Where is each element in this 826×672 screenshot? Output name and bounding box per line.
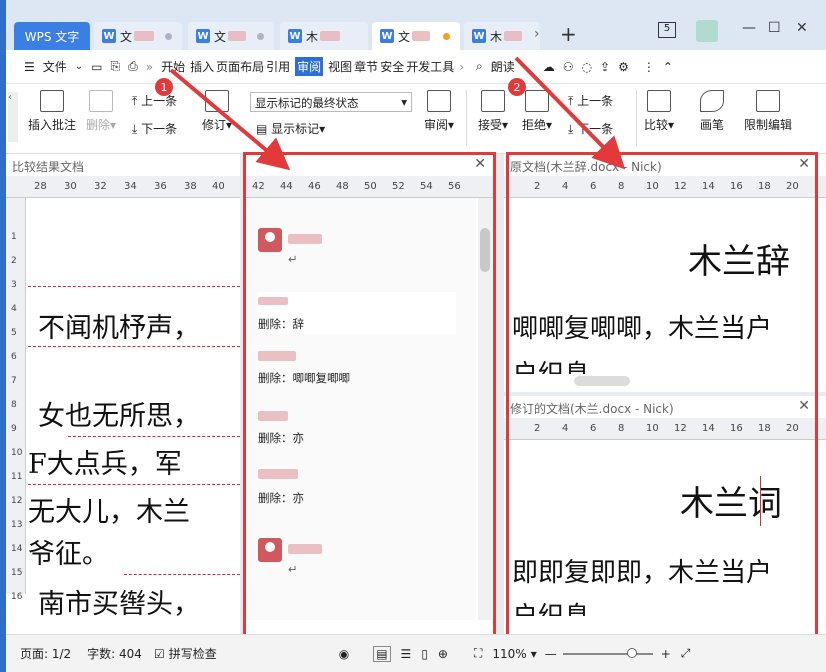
zoom-level[interactable]: 110% [492,647,526,661]
zoom-out-icon[interactable]: — [545,647,557,661]
arrow-2 [514,56,626,170]
reading-view-icon[interactable]: ▯ [421,647,428,661]
fit-page-icon[interactable]: ⛶ [474,646,482,661]
spell-check-icon: ☑ [153,646,165,661]
zoom-dropdown-icon[interactable]: ▾ [531,647,537,661]
zoom-slider-thumb[interactable] [626,647,637,658]
web-view-icon[interactable]: ⊕ [438,647,448,661]
spell-check[interactable]: 拼写检查 [169,645,217,662]
status-bar: 页面: 1/2 字数: 404 ☑ 拼写检查 ◉ ▤ ☰ ▯ ⊕ ⛶ 110% … [6,634,826,672]
eye-icon[interactable]: ◉ [339,647,349,661]
outline-view-icon[interactable]: ☰ [401,647,412,661]
step-badge-1: 1 [155,78,173,96]
zoom-slider[interactable] [562,647,653,658]
fullscreen-icon[interactable]: ⤢ [681,646,691,661]
page-indicator[interactable]: 页面: 1/2 [20,645,71,662]
word-count[interactable]: 字数: 404 [87,645,142,662]
wps-window: WPS 文字 W 文 W 文 W 木 W 文 W 木 › + 5 — ☐ ✕ ☰… [6,0,826,672]
page-view-icon[interactable]: ▤ [373,645,391,662]
zoom-in-icon[interactable]: + [661,647,671,661]
arrow-1 [169,68,291,171]
annotation-arrows [169,56,626,171]
step-badge-2: 2 [508,78,526,96]
